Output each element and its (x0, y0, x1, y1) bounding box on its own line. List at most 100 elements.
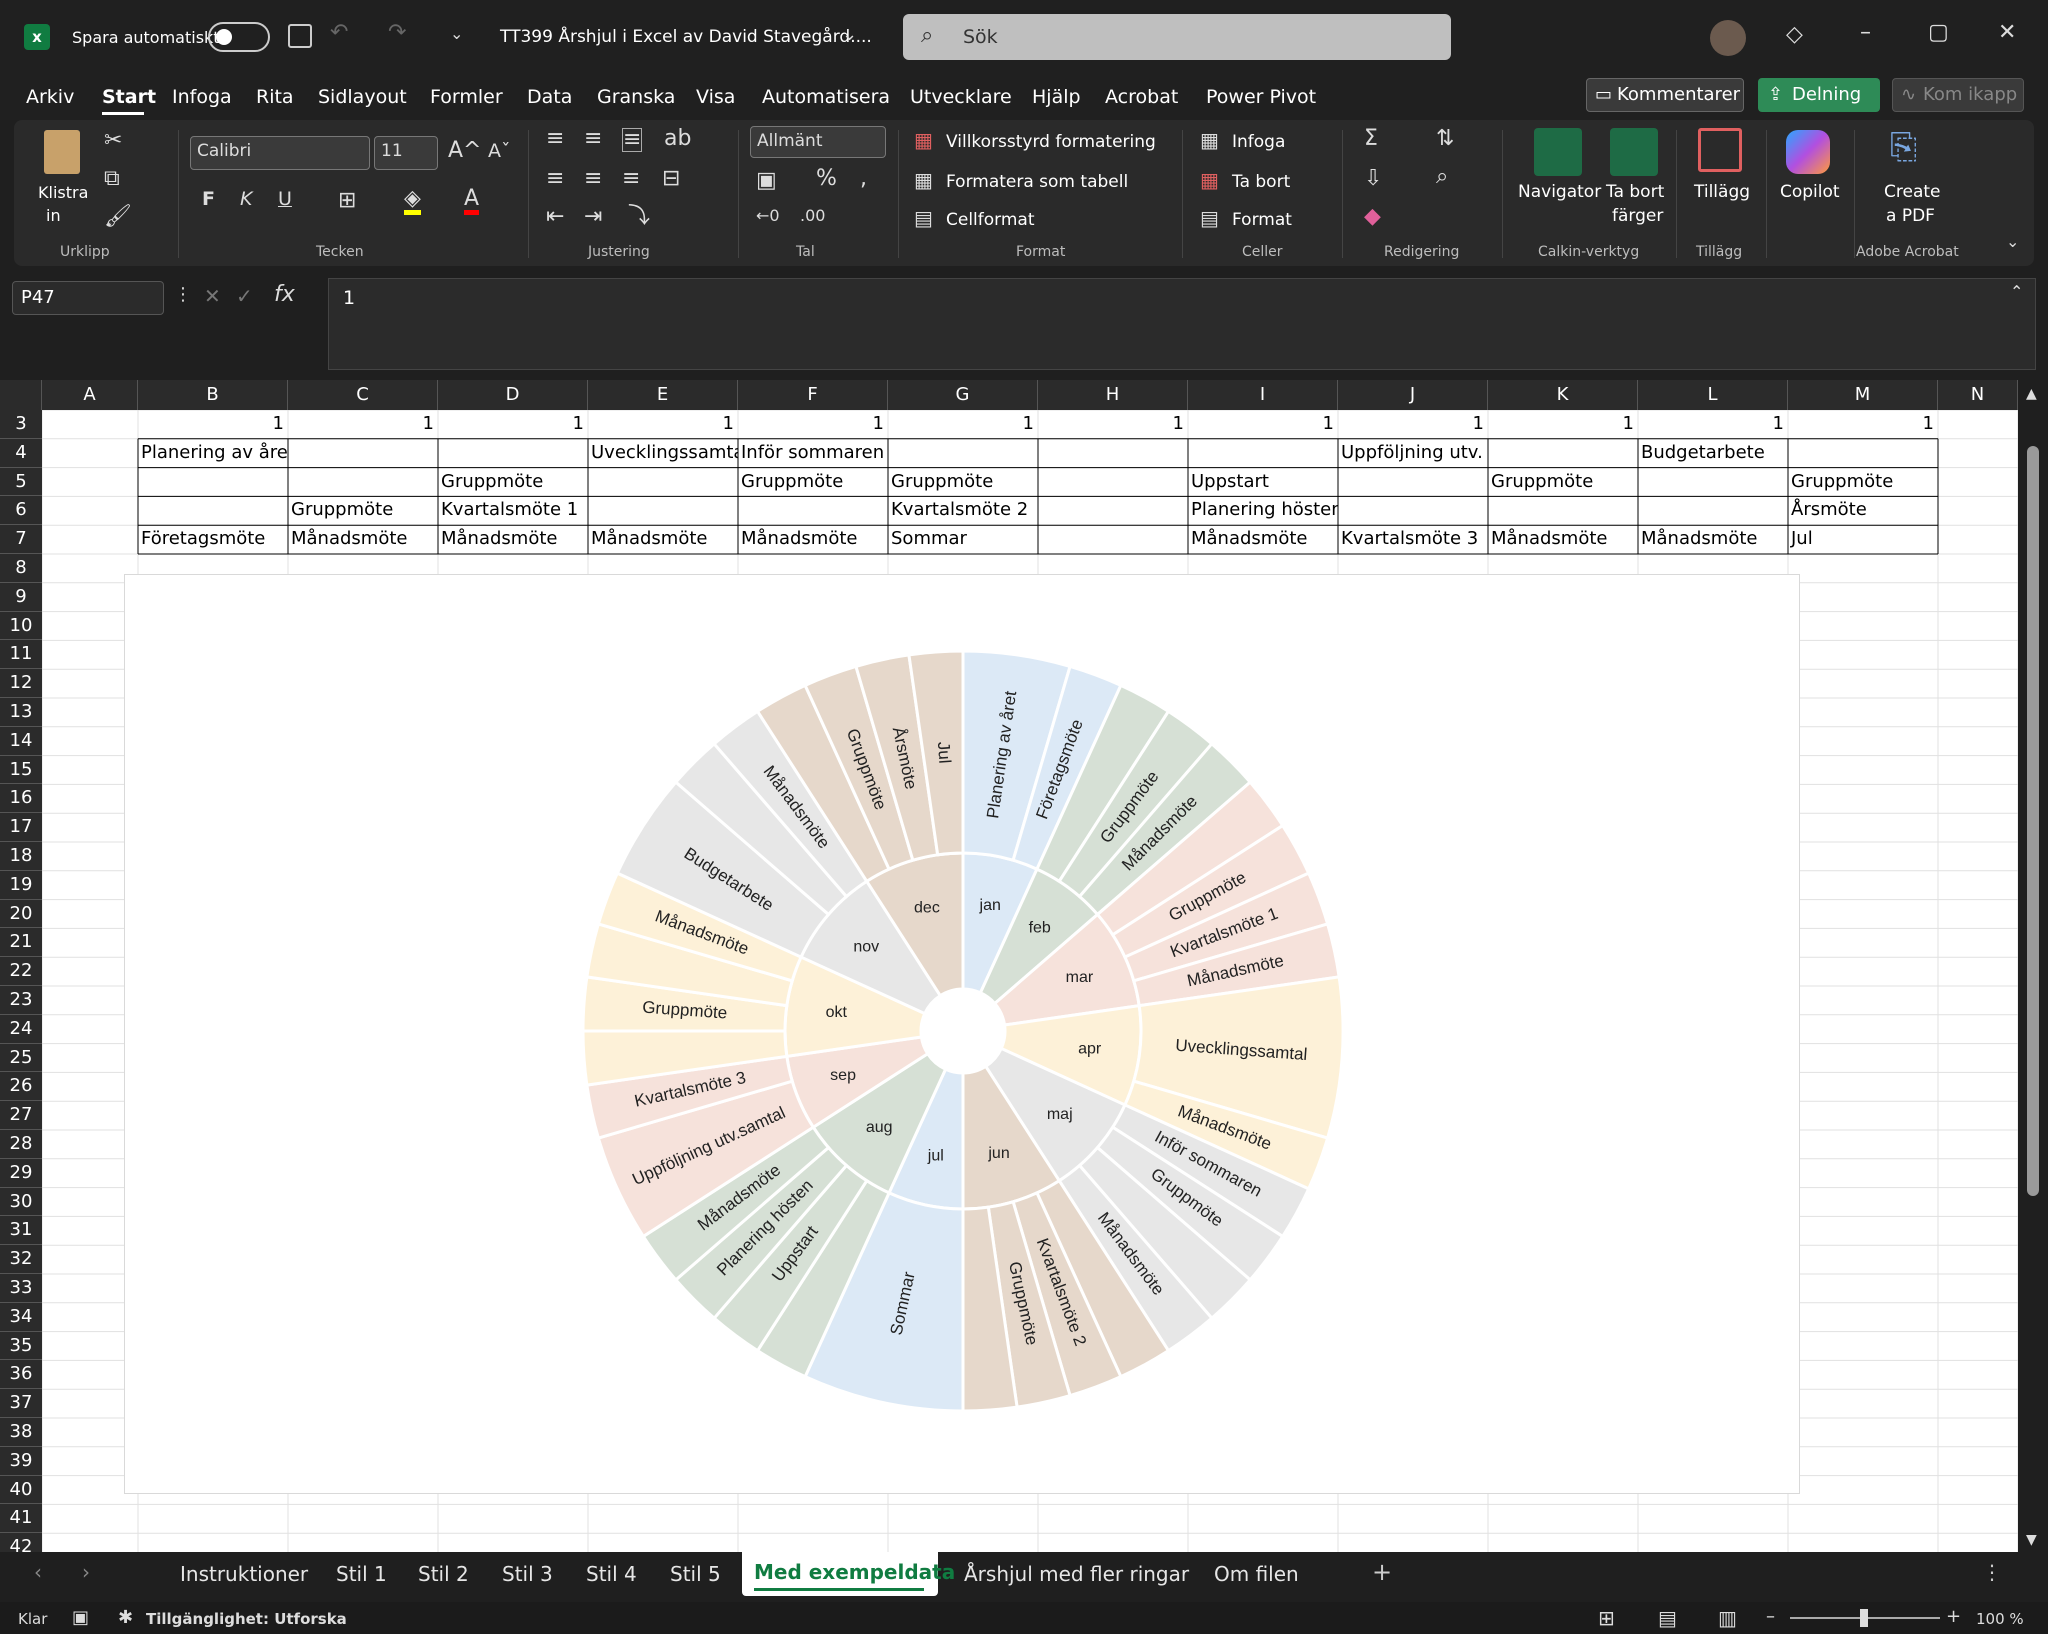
fill-color-icon[interactable]: ◈ (404, 188, 421, 215)
normal-view-icon[interactable]: ⊞ (1598, 1606, 1615, 1630)
insert-function-icon[interactable]: fx (274, 284, 295, 306)
sheet-tab-stil-3[interactable]: Stil 3 (502, 1562, 553, 1586)
bold-icon[interactable]: F (202, 190, 215, 209)
sheet-tab-om-filen[interactable]: Om filen (1214, 1562, 1299, 1586)
tab-rita[interactable]: Rita (256, 86, 294, 108)
cell-i5[interactable]: Uppstart (1188, 468, 1338, 497)
row-header-40[interactable]: 40 (0, 1475, 42, 1505)
cell-b5[interactable] (138, 468, 288, 497)
tab-start[interactable]: Start (102, 86, 156, 108)
column-header-j[interactable]: J (1338, 380, 1488, 410)
row-header-42[interactable]: 42 (0, 1533, 42, 1552)
row-header-28[interactable]: 28 (0, 1130, 42, 1159)
column-header-l[interactable]: L (1638, 380, 1788, 410)
row-header-10[interactable]: 10 (0, 611, 42, 641)
cell-d6[interactable]: Kvartalsmöte 1 (438, 496, 588, 525)
addins-button[interactable]: Tillägg (1694, 182, 1750, 202)
sort-filter-icon[interactable]: ⇅ (1436, 128, 1454, 150)
close-icon[interactable]: ✕ (1998, 22, 2016, 44)
font-color-icon[interactable]: A (464, 188, 480, 215)
cell-d7[interactable]: Månadsmöte (438, 525, 588, 554)
row-header-18[interactable]: 18 (0, 842, 42, 871)
navigator-button[interactable]: Navigator (1518, 182, 1601, 202)
row-header-26[interactable]: 26 (0, 1072, 42, 1102)
row-header-4[interactable]: 4 (0, 438, 42, 468)
expand-formula-icon[interactable]: ⌃ (2010, 284, 2023, 300)
align-left-icon[interactable]: ≡ (546, 168, 564, 190)
row-header-22[interactable]: 22 (0, 957, 42, 986)
align-middle-icon[interactable]: ≡ (584, 128, 602, 150)
row-header-38[interactable]: 38 (0, 1418, 42, 1447)
row-header-13[interactable]: 13 (0, 698, 42, 727)
row-header-9[interactable]: 9 (0, 582, 42, 612)
sheet-options-icon[interactable]: ⋮ (1982, 1562, 2002, 1582)
catchup-button[interactable]: ∿ Kom ikapp (1892, 78, 2024, 112)
document-title[interactable]: TT399 Årshjul i Excel av David Stavegård… (500, 27, 872, 47)
cell-b6[interactable] (138, 496, 288, 525)
more-options-icon[interactable]: ⋮ (174, 286, 192, 304)
cell-b3[interactable]: 1 (138, 410, 288, 439)
column-header-c[interactable]: C (288, 380, 438, 410)
maximize-icon[interactable]: ▢ (1928, 22, 1949, 44)
scroll-down-icon[interactable]: ▼ (2026, 1532, 2037, 1548)
borders-icon[interactable]: ⊞ (338, 190, 356, 212)
cut-icon[interactable]: ✂ (104, 130, 122, 152)
tab-sidlayout[interactable]: Sidlayout (318, 86, 407, 108)
prev-sheet-icon[interactable]: ‹ (34, 1562, 42, 1582)
zoom-level[interactable]: 100 % (1976, 1610, 2024, 1628)
avatar[interactable] (1710, 20, 1746, 56)
enter-icon[interactable]: ✓ (236, 286, 253, 306)
conditional-formatting-button[interactable]: Villkorsstyrd formatering (946, 132, 1156, 152)
insert-cells-icon[interactable]: ▦ (1200, 130, 1219, 150)
cell-m4[interactable] (1788, 439, 1938, 468)
undo-icon[interactable]: ↶ (330, 22, 348, 44)
sheet-tab-instruktioner[interactable]: Instruktioner (180, 1562, 308, 1586)
paste-icon[interactable] (44, 130, 80, 174)
cell-j3[interactable]: 1 (1338, 410, 1488, 439)
scroll-thumb[interactable] (2027, 446, 2039, 1196)
next-sheet-icon[interactable]: › (82, 1562, 90, 1582)
cell-styles-icon[interactable]: ▤ (914, 208, 933, 228)
cell-f4[interactable]: Inför sommaren (738, 439, 888, 468)
align-top-icon[interactable]: ≡ (546, 128, 564, 150)
tab-hjalp[interactable]: Hjälp (1032, 86, 1081, 108)
decrease-indent-icon[interactable]: ⇤ (546, 206, 564, 228)
column-header-n[interactable]: N (1938, 380, 2018, 410)
cell-l6[interactable] (1638, 496, 1788, 525)
cell-styles-button[interactable]: Cellformat (946, 210, 1035, 230)
row-header-34[interactable]: 34 (0, 1302, 42, 1332)
remove-colors-button-2[interactable]: färger (1612, 206, 1663, 226)
column-header-i[interactable]: I (1188, 380, 1338, 410)
cell-l7[interactable]: Månadsmöte (1638, 525, 1788, 554)
italic-icon[interactable]: K (240, 190, 252, 209)
increase-indent-icon[interactable]: ⇥ (584, 206, 602, 228)
row-header-27[interactable]: 27 (0, 1101, 42, 1130)
zoom-out-icon[interactable]: – (1766, 1606, 1775, 1627)
row-header-8[interactable]: 8 (0, 554, 42, 583)
page-break-icon[interactable]: ▥ (1718, 1606, 1737, 1630)
row-header-23[interactable]: 23 (0, 986, 42, 1015)
tab-infoga[interactable]: Infoga (172, 86, 232, 108)
row-header-12[interactable]: 12 (0, 669, 42, 698)
row-header-33[interactable]: 33 (0, 1274, 42, 1303)
cell-c3[interactable]: 1 (288, 410, 438, 439)
font-name-select[interactable]: Calibri (190, 136, 370, 170)
row-header-20[interactable]: 20 (0, 899, 42, 929)
tab-acrobat[interactable]: Acrobat (1105, 86, 1178, 108)
search-box[interactable]: ⌕ Sök (903, 14, 1451, 60)
cell-j7[interactable]: Kvartalsmöte 3 (1338, 525, 1488, 554)
column-header-h[interactable]: H (1038, 380, 1188, 410)
cell-m6[interactable]: Årsmöte (1788, 496, 1938, 525)
cell-k4[interactable] (1488, 439, 1638, 468)
cell-h4[interactable] (1038, 439, 1188, 468)
page-layout-icon[interactable]: ▤ (1658, 1606, 1677, 1630)
copy-icon[interactable]: ⧉ (104, 168, 120, 190)
cell-m3[interactable]: 1 (1788, 410, 1938, 439)
copilot-icon[interactable] (1786, 130, 1830, 174)
cell-f7[interactable]: Månadsmöte (738, 525, 888, 554)
create-pdf-icon[interactable]: ⎘ (1890, 130, 1917, 164)
autosum-icon[interactable]: Σ (1364, 128, 1378, 150)
percent-icon[interactable]: % (816, 168, 837, 190)
cell-l3[interactable]: 1 (1638, 410, 1788, 439)
cell-f6[interactable] (738, 496, 888, 525)
